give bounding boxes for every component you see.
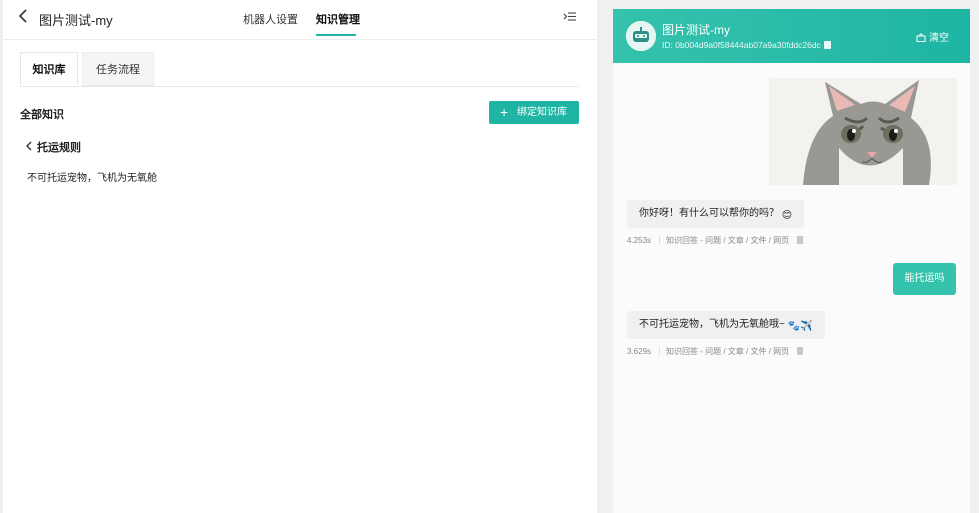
subtab-knowledge-base[interactable]: 知识库 [20,52,78,86]
answer-source: 知识回答 - 问题 / 文章 / 文件 / 网页 [666,347,790,356]
copy-icon[interactable] [823,41,831,49]
user-message: 能托运吗 [893,263,956,295]
document-icon[interactable] [797,236,804,244]
divider [659,236,661,244]
breadcrumb-label: 托运规则 [37,142,81,154]
message-meta: 4.253s 知识回答 - 问题 / 文章 / 文件 / 网页 [627,235,804,246]
smile-emoji-icon: 😊 [781,210,793,221]
chat-preview-panel: 图片测试-my ID: 0b004d9a0f58444ab07a9a30fddc… [613,9,970,513]
bot-id: ID: 0b004d9a0f58444ab07a9a30fddc26dc [662,40,831,50]
message-meta: 3.629s 知识回答 - 问题 / 文章 / 文件 / 网页 [627,346,804,357]
top-bar: 图片测试-my 机器人设置 知识管理 [3,0,597,40]
clear-label: 清空 [929,33,949,44]
breadcrumb-back[interactable]: 托运规则 [25,139,81,155]
bot-message-text: 你好呀！有什么可以帮你的吗？ [639,208,779,219]
back-icon[interactable] [18,9,34,27]
divider [659,347,661,355]
tab-knowledge-management[interactable]: 知识管理 [316,11,360,27]
chat-header: 图片测试-my ID: 0b004d9a0f58444ab07a9a30fddc… [613,9,970,63]
knowledge-content: 不可托运宠物，飞机为无氧舱 [27,173,157,184]
active-tab-indicator [316,34,356,36]
bot-message-text: 不可托运宠物，飞机为无氧舱哦~ [639,319,785,330]
tab-bot-settings[interactable]: 机器人设置 [243,11,298,27]
bind-knowledge-base-button[interactable]: + 绑定知识库 [489,101,579,124]
collapse-menu-icon[interactable] [563,10,577,24]
response-time: 3.629s [627,347,652,356]
paw-plane-emoji-icon: 🐾✈️ [787,321,813,332]
bot-message: 不可托运宠物，飞机为无氧舱哦~ 🐾✈️ [627,311,825,339]
bot-message: 你好呀！有什么可以帮你的吗？ 😊 [627,200,805,228]
bot-name: 图片测试-my [662,23,730,37]
plus-icon: + [500,104,509,120]
chevron-left-icon [25,141,32,154]
config-panel: 图片测试-my 机器人设置 知识管理 知识库 任务流程 全部知识 + 绑定知识库… [3,0,597,513]
sub-tabs: 知识库 任务流程 [20,52,579,87]
section-title: 全部知识 [20,109,64,121]
subtab-task-flow[interactable]: 任务流程 [82,52,154,86]
bot-id-text: ID: 0b004d9a0f58444ab07a9a30fddc26dc [662,40,821,50]
response-time: 4.253s [627,236,652,245]
broom-icon [916,33,926,42]
bind-button-label: 绑定知识库 [517,107,567,118]
page-title: 图片测试-my [39,13,113,28]
answer-source: 知识回答 - 问题 / 文章 / 文件 / 网页 [666,236,790,245]
bot-avatar [626,21,656,51]
document-icon[interactable] [797,347,804,355]
kitten-image [769,78,957,185]
clear-chat-button[interactable]: 清空 [916,29,949,44]
